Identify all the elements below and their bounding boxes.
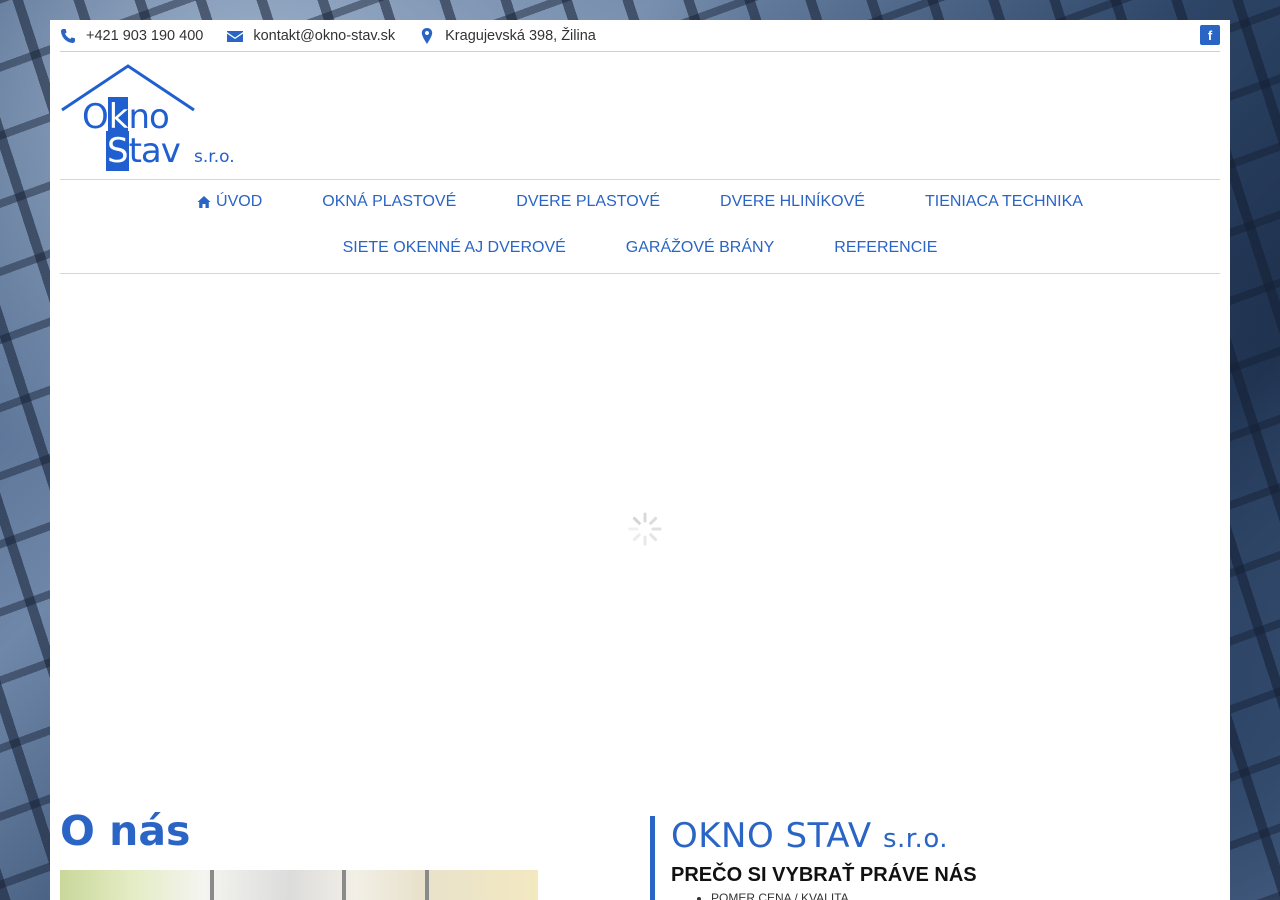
address-link[interactable]: Kragujevská 398, Žilina (419, 27, 596, 44)
address-text: Kragujevská 398, Žilina (445, 27, 596, 44)
email-link[interactable]: kontakt@okno-stav.sk (227, 28, 395, 44)
email-address: kontakt@okno-stav.sk (253, 27, 396, 44)
window-frame (342, 870, 346, 900)
nav-item-tieniaca-technika[interactable]: TIENIACA TECHNIKA (895, 193, 1113, 211)
phone-number: +421 903 190 400 (86, 27, 204, 44)
page-container: +421 903 190 400 kontakt@okno-stav.sk Kr… (50, 20, 1230, 900)
main-navigation: ÚVOD OKNÁ PLASTOVÉ DVERE PLASTOVÉ DVERE … (60, 179, 1220, 274)
facebook-icon: f (1207, 27, 1213, 43)
nav-item-dvere-hlinikove[interactable]: DVERE HLINÍKOVÉ (690, 193, 895, 211)
list-item: POMER CENA / KVALITA (711, 891, 1230, 900)
home-icon (197, 195, 211, 209)
why-us-list: POMER CENA / KVALITA (711, 891, 1230, 900)
nav-item-okna-plastove[interactable]: OKNÁ PLASTOVÉ (292, 193, 486, 211)
image-slider (60, 274, 1220, 794)
logo-suffix: s.r.o. (194, 147, 235, 167)
nav-label: ÚVOD (216, 193, 263, 210)
facebook-button[interactable]: f (1200, 25, 1220, 45)
nav-row-1: ÚVOD OKNÁ PLASTOVÉ DVERE PLASTOVÉ DVERE … (60, 193, 1220, 211)
envelope-icon (227, 28, 244, 44)
loading-spinner-icon (628, 512, 662, 546)
nav-item-referencie[interactable]: REFERENCIE (804, 239, 967, 257)
map-marker-icon (419, 27, 435, 44)
nav-item-dvere-plastove[interactable]: DVERE PLASTOVÉ (486, 193, 690, 211)
phone-link[interactable]: +421 903 190 400 (60, 28, 203, 44)
phone-icon (60, 28, 76, 44)
why-us-heading: PREČO SI VYBRAŤ PRÁVE NÁS (671, 864, 977, 886)
brand-heading: OKNO STAV s.r.o. (671, 816, 949, 856)
nav-item-siete[interactable]: SIETE OKENNÉ AJ DVEROVÉ (313, 239, 596, 257)
nav-row-2: SIETE OKENNÉ AJ DVEROVÉ GARÁŽOVÉ BRÁNY R… (60, 239, 1220, 257)
window-frame (210, 870, 214, 900)
about-photo (60, 870, 538, 900)
logo-word-stav: Stav (106, 131, 181, 171)
contact-topbar: +421 903 190 400 kontakt@okno-stav.sk Kr… (60, 20, 1220, 52)
window-frame (425, 870, 429, 900)
why-us-section: OKNO STAV s.r.o. PREČO SI VYBRAŤ PRÁVE N… (650, 816, 1230, 900)
okno-stav-logo[interactable]: Okno Stav s.r.o. (60, 64, 260, 171)
about-heading: O nás (60, 807, 191, 855)
logo-word-okno: Okno (82, 97, 170, 137)
nav-item-uvod[interactable]: ÚVOD (167, 193, 292, 211)
nav-item-garazove-brany[interactable]: GARÁŽOVÉ BRÁNY (596, 239, 804, 257)
